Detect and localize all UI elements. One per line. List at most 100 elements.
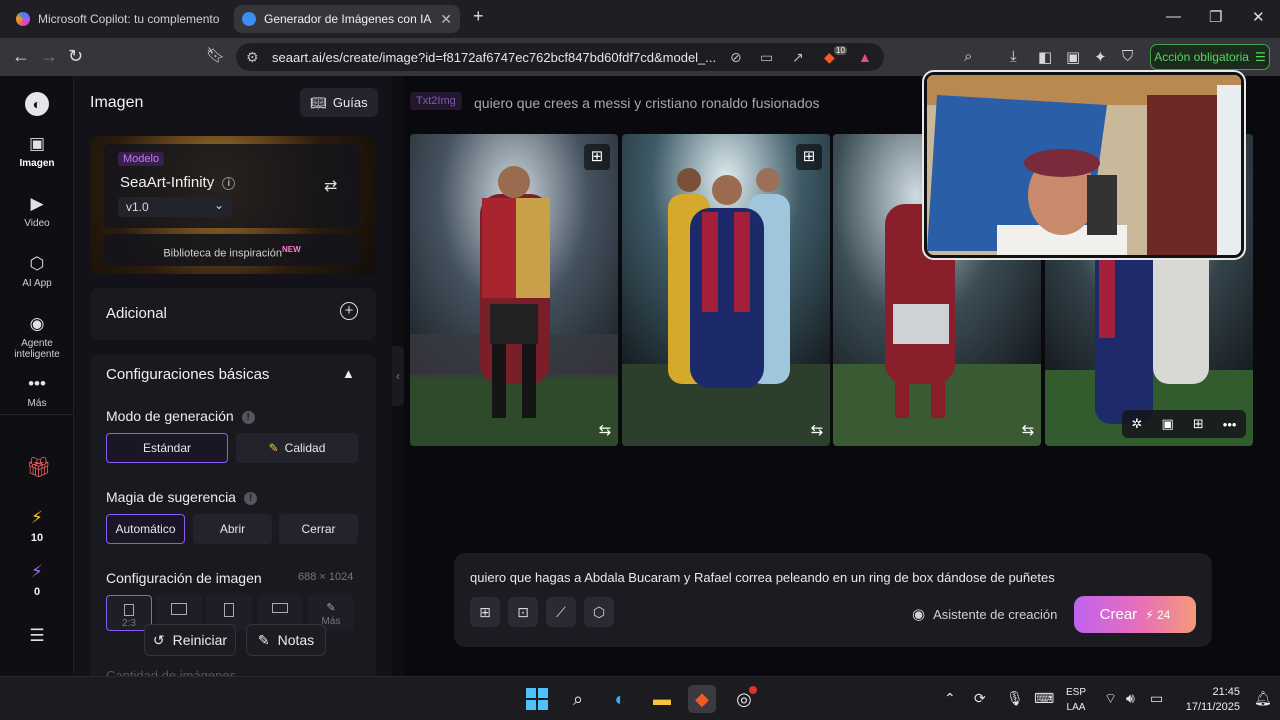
add-to-collection-icon[interactable]: ⊞ [796, 144, 822, 170]
copilot-icon [16, 12, 30, 26]
remix-icon[interactable]: ⇆ [1015, 418, 1041, 444]
wifi-icon[interactable]: ⌔ [1104, 690, 1117, 708]
sidebar-icon[interactable]: ◧ [1038, 48, 1052, 66]
guides-button[interactable]: 📖︎ Guías [300, 88, 378, 117]
image-edit-icon[interactable]: ⊞ [1193, 416, 1204, 432]
creation-assistant-button[interactable]: ◉ Asistente de creación [912, 605, 1057, 623]
maximize-icon[interactable]: ❐ [1209, 8, 1222, 26]
gift-button[interactable]: 🎁︎ [0, 458, 74, 482]
rail-item-more[interactable]: ••• Más [0, 374, 74, 409]
additional-title: Adicional [106, 305, 167, 322]
add-icon[interactable]: + [340, 302, 358, 320]
rail-item-video[interactable]: ▶ Video [0, 194, 74, 229]
rewards-icon[interactable]: ▲ [858, 49, 872, 65]
option-label: Estándar [142, 441, 192, 455]
share-icon[interactable]: ↗ [792, 49, 804, 66]
generated-image[interactable]: ⊞ ⇆ [410, 134, 618, 446]
new-tab-icon[interactable]: + [473, 6, 484, 27]
search-icon[interactable]: ⌕ [564, 685, 592, 713]
file-explorer-icon[interactable]: ▬ [648, 685, 676, 713]
stamina-counter[interactable]: ⚡︎ 0 [0, 562, 74, 598]
menu-toggle[interactable]: ☰ [0, 626, 74, 650]
info-icon[interactable]: ! [243, 492, 257, 505]
create-button[interactable]: Crear ⚡︎ 24 [1074, 596, 1196, 633]
generated-image[interactable]: ⊞ ⇆ [622, 134, 830, 446]
bookmark-icon[interactable]: 🔖︎ [206, 46, 225, 66]
inspiration-library-button[interactable]: Biblioteca de inspiraciónNEW [104, 234, 360, 266]
rail-item-imagen[interactable]: ▣ Imagen [0, 134, 74, 169]
start-icon[interactable] [523, 685, 551, 713]
tab-seaart[interactable]: Generador de Imágenes con IA - ✕ [234, 5, 460, 33]
microphone-icon[interactable]: 🎙︎ [1006, 690, 1024, 707]
reader-mode-icon[interactable]: ⌕ [964, 48, 972, 65]
reset-button[interactable]: ↺ Reiniciar [144, 624, 236, 656]
chevron-up-icon[interactable]: ⌃ [944, 690, 956, 707]
basic-settings-title: Configuraciones básicas [106, 366, 270, 383]
leo-ai-icon[interactable]: ✦ [1094, 48, 1107, 66]
wand-icon: ✎ [268, 441, 279, 455]
prompt-composer: quiero que hagas a Abdala Bucaram y Rafa… [454, 553, 1212, 647]
vpn-icon[interactable]: ⛉ [1122, 48, 1133, 65]
more-options-icon[interactable]: ••• [1223, 417, 1237, 432]
keyboard-icon[interactable]: ⌨ [1034, 690, 1054, 707]
magic-wand-icon[interactable]: ⟋ [546, 597, 576, 627]
additional-section[interactable]: Adicional + [90, 288, 376, 340]
notifications-icon[interactable]: 🔔︎ [1254, 690, 1272, 707]
collapse-panel-handle[interactable]: ‹ [392, 346, 404, 406]
address-bar[interactable]: ⚙ seaart.ai/es/create/image?id=f8172af67… [236, 43, 884, 71]
cube-icon[interactable]: ⬡ [584, 597, 614, 627]
tracking-off-icon[interactable]: ⊘ [730, 49, 742, 66]
model-version-select[interactable]: v1.0 ⌄ [118, 197, 232, 217]
image-upload-icon[interactable]: ⊞ [470, 597, 500, 627]
action-required-button[interactable]: Acción obligatoria ☰ [1150, 44, 1270, 70]
tab-copilot[interactable]: Microsoft Copilot: tu complemento de [8, 5, 228, 33]
more-icon: ••• [28, 374, 46, 393]
brave-icon[interactable]: ◆ [688, 685, 716, 713]
language-indicator[interactable]: ESP LAA [1066, 685, 1086, 715]
clock-date: 17/11/2025 [1185, 701, 1240, 713]
back-icon[interactable]: ← [12, 46, 30, 66]
remix-icon[interactable]: ⇆ [804, 418, 830, 444]
volume-icon[interactable]: 🔊︎ [1126, 690, 1135, 707]
site-settings-icon[interactable]: ⚙ [246, 49, 259, 66]
system-clock[interactable]: 21:45 17/11/2025 [1176, 685, 1240, 715]
close-window-icon[interactable]: ✕ [1252, 8, 1265, 26]
mode-standard-button[interactable]: Estándar [106, 433, 228, 463]
edit-icon: ✎ [326, 602, 336, 614]
rail-item-agent[interactable]: ◉ Agente inteligente [0, 314, 74, 360]
minimize-icon[interactable]: — [1166, 8, 1181, 25]
cast-icon[interactable]: ▭ [760, 49, 773, 66]
add-to-collection-icon[interactable]: ⊞ [584, 144, 610, 170]
energy-counter[interactable]: ⚡︎ 10 [0, 508, 74, 544]
close-tab-icon[interactable]: ✕ [440, 11, 452, 28]
sync-icon[interactable]: ⟳ [974, 690, 986, 707]
prompt-input[interactable]: quiero que hagas a Abdala Bucaram y Rafa… [470, 570, 1055, 585]
image-config-label: Configuración de imagen [106, 570, 262, 586]
shield-count-badge: 10 [834, 46, 847, 55]
magic-open-button[interactable]: Abrir [193, 514, 272, 544]
collapse-icon[interactable]: ▲ [342, 366, 355, 381]
reload-icon[interactable]: ↻ [68, 46, 83, 66]
seaart-logo[interactable]: ◐ [0, 92, 74, 120]
download-icon[interactable]: ⤓ [1010, 48, 1017, 65]
wallet-icon[interactable]: ▣ [1066, 48, 1080, 66]
info-icon[interactable]: i [222, 177, 236, 190]
rail-item-ai-app[interactable]: ⬡ AI App [0, 254, 74, 289]
upscale-icon[interactable]: ✲ [1132, 416, 1143, 432]
magic-auto-button[interactable]: Automático [106, 514, 185, 544]
edge-icon[interactable]: ◐ [606, 685, 634, 713]
remix-icon[interactable]: ⇆ [592, 418, 618, 444]
video-icon[interactable]: ▣ [1161, 416, 1173, 432]
lock-icon[interactable]: ⊡ [508, 597, 538, 627]
model-selector[interactable]: Modelo SeaArt-Infinity i ⇄ v1.0 ⌄ [104, 144, 360, 228]
mode-quality-button[interactable]: ✎ Calidad [236, 433, 358, 463]
battery-icon[interactable]: ▭ [1150, 690, 1163, 707]
notification-dot [749, 686, 757, 694]
previous-prompt[interactable]: quiero que crees a messi y cristiano ron… [474, 95, 820, 111]
notes-button[interactable]: ✎ Notas [246, 624, 326, 656]
magic-close-button[interactable]: Cerrar [279, 514, 358, 544]
swap-model-icon[interactable]: ⇄ [324, 176, 337, 196]
info-icon[interactable]: ! [241, 411, 255, 424]
forward-icon[interactable]: → [40, 46, 58, 66]
prompt-magic-label: Magia de sugerencia! [106, 489, 257, 505]
